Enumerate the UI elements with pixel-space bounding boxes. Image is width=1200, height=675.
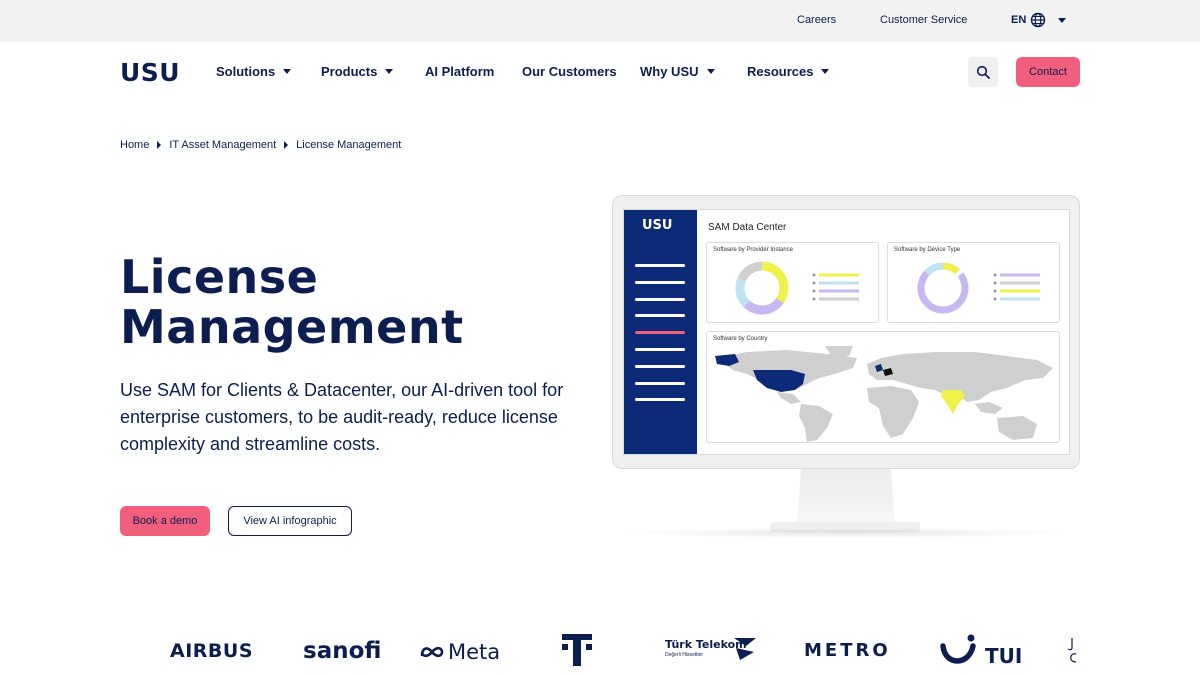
title-line-1: License	[120, 250, 319, 304]
breadcrumb-it-asset-management[interactable]: IT Asset Management	[169, 139, 276, 151]
dashboard-logo: USU	[642, 218, 673, 233]
device-type-card: Software by Device Type	[887, 242, 1060, 323]
nav-item-label: Resources	[747, 64, 814, 79]
language-selector[interactable]: EN	[1011, 12, 1067, 28]
sanofi-logo: sanofi	[303, 638, 382, 664]
sidebar-line-active	[635, 331, 685, 334]
partial-logo-icon	[1067, 638, 1077, 663]
usu-logo[interactable]: USU	[120, 58, 180, 87]
nav-item-label: Solutions	[216, 64, 276, 79]
sidebar-line	[635, 264, 685, 267]
nav-item-label: Why USU	[640, 64, 699, 79]
tui-wordmark: TUI	[985, 644, 1023, 668]
chevron-down-icon	[1058, 17, 1067, 23]
nav-products[interactable]: Products	[321, 64, 394, 79]
chevron-right-icon	[157, 141, 162, 149]
nav-item-label: Our Customers	[522, 64, 617, 79]
meta-infinity-icon	[420, 646, 444, 658]
nav-item-label: Products	[321, 64, 378, 79]
search-icon	[976, 65, 990, 79]
dashboard-sidebar: USU	[624, 210, 697, 454]
breadcrumb-home[interactable]: Home	[120, 139, 149, 151]
breadcrumb: Home IT Asset Management License Managem…	[120, 139, 401, 151]
nav-our-customers[interactable]: Our Customers	[522, 64, 617, 79]
nav-solutions[interactable]: Solutions	[216, 64, 292, 79]
view-ai-infographic-button[interactable]: View AI infographic	[228, 506, 352, 536]
nav-why-usu[interactable]: Why USU	[640, 64, 715, 79]
careers-link[interactable]: Careers	[797, 14, 836, 26]
utility-bar: Careers Customer Service EN	[0, 0, 1200, 42]
chevron-right-icon	[284, 141, 289, 149]
monitor-screen: USU SAM Data Center Software by Provider…	[623, 209, 1070, 455]
sidebar-line	[635, 298, 685, 301]
hero-description: Use SAM for Clients & Datacenter, our AI…	[120, 380, 564, 454]
country-map-card: Software by Country	[706, 331, 1060, 443]
sidebar-line	[635, 382, 685, 385]
page-title: License Management	[120, 252, 464, 352]
language-label: EN	[1011, 14, 1027, 26]
donut-chart	[735, 261, 859, 315]
customer-logos: AIRBUS sanofi Meta Türk Telekom Değerli …	[0, 628, 1200, 675]
telekom-t-icon	[562, 634, 592, 666]
main-nav: USU Solutions Products AI Platform Our C…	[0, 42, 1200, 102]
airbus-logo: AIRBUS	[170, 640, 253, 662]
card-title: Software by Country	[713, 336, 768, 342]
turk-telekom-arrow-icon	[734, 638, 756, 660]
breadcrumb-current: License Management	[296, 139, 402, 151]
tui-logo-group: TUI	[939, 632, 1022, 668]
nav-item-label: AI Platform	[425, 64, 495, 79]
sidebar-line	[635, 398, 685, 401]
nav-ai-platform[interactable]: AI Platform	[425, 64, 494, 79]
monitor-shadow	[612, 528, 1080, 538]
book-demo-button[interactable]: Book a demo	[120, 506, 210, 536]
world-map	[715, 346, 1053, 442]
sidebar-line	[635, 365, 685, 368]
meta-wordmark: Meta	[448, 640, 501, 664]
dashboard-illustration: USU SAM Data Center Software by Provider…	[612, 195, 1080, 469]
search-button[interactable]	[968, 57, 998, 87]
sidebar-line	[635, 281, 685, 284]
tui-smile-icon	[940, 634, 976, 664]
chevron-down-icon	[385, 69, 394, 74]
nav-resources[interactable]: Resources	[747, 64, 830, 79]
monitor-stand	[797, 469, 895, 525]
contact-button[interactable]: Contact	[1016, 57, 1080, 87]
chevron-down-icon	[821, 69, 830, 74]
metro-logo: METRO	[804, 640, 891, 661]
provider-instance-card: Software by Provider Instance	[706, 242, 879, 323]
meta-logo-group: Meta	[419, 640, 500, 664]
sidebar-line	[635, 348, 685, 351]
chevron-down-icon	[706, 69, 715, 74]
customer-service-link[interactable]: Customer Service	[880, 14, 967, 26]
sidebar-line	[635, 314, 685, 317]
dashboard-title: SAM Data Center	[708, 222, 787, 233]
globe-icon	[1031, 12, 1046, 28]
title-line-2: Management	[120, 300, 464, 354]
donut-chart	[917, 262, 1040, 314]
chevron-down-icon	[283, 69, 292, 74]
